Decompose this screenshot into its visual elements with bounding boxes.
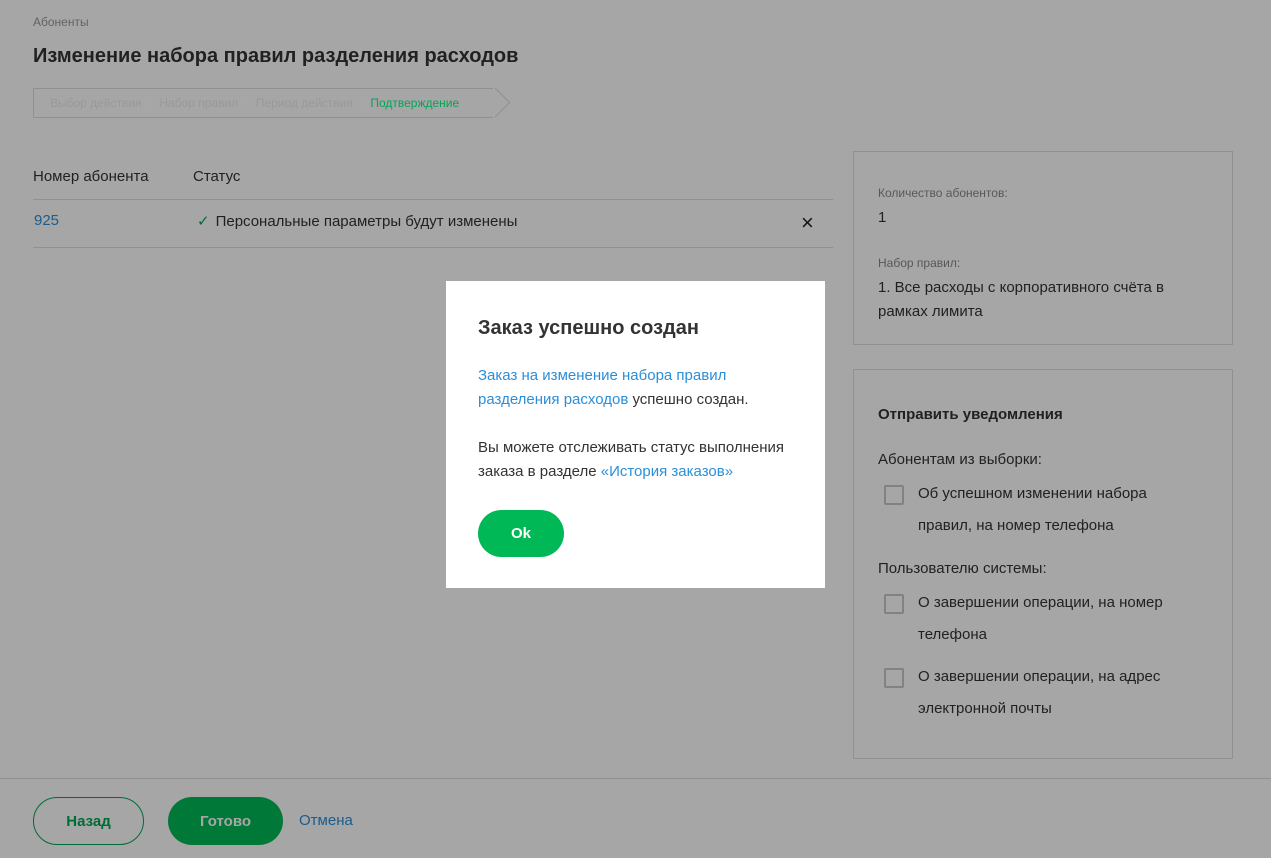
success-dialog: Заказ успешно создан Заказ на изменение … [446, 281, 825, 588]
wizard-step-action[interactable]: Выбор действия [50, 96, 142, 110]
chevron-right-icon: › [148, 97, 153, 109]
ok-button[interactable]: Ok [478, 510, 564, 557]
wizard-step-ruleset[interactable]: Набор правил [159, 96, 238, 110]
dialog-title: Заказ успешно создан [478, 317, 699, 339]
order-suffix: успешно создан. [628, 391, 749, 408]
dialog-order-text: Заказ на изменение набора правил разделе… [478, 364, 793, 412]
wizard-step-period[interactable]: Период действия [256, 96, 353, 110]
chevron-right-icon: › [359, 97, 364, 109]
dialog-track-text: Вы можете отслеживать статус выполнения … [478, 436, 793, 484]
wizard-step-confirm: Подтверждение [370, 96, 460, 110]
chevron-right-icon: › [245, 97, 249, 109]
order-history-link[interactable]: «История заказов» [601, 463, 733, 480]
